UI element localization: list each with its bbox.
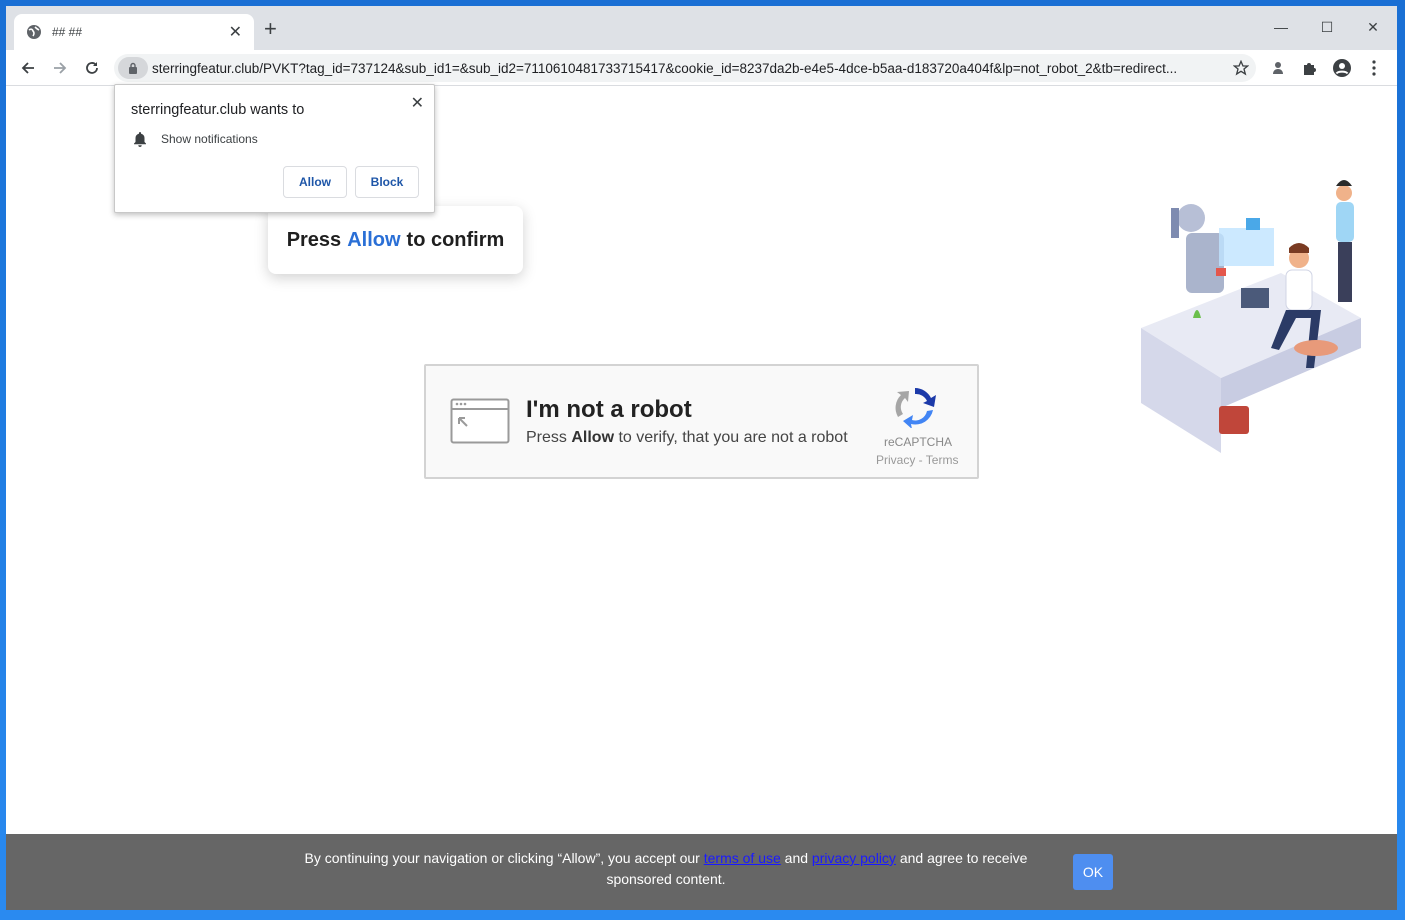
privacy-policy-link[interactable]: privacy policy [812, 850, 896, 866]
cookie-text-before: By continuing your navigation or clickin… [304, 850, 700, 866]
ok-button[interactable]: OK [1073, 854, 1113, 890]
popup-permission-text: Show notifications [161, 132, 258, 146]
extension-icon[interactable] [1266, 56, 1290, 80]
recaptcha-brand: reCAPTCHA [884, 435, 953, 449]
tab-close-icon[interactable]: ✕ [229, 22, 242, 42]
allow-button[interactable]: Allow [283, 166, 347, 198]
back-icon[interactable] [12, 52, 44, 84]
press-prefix: Press [286, 228, 342, 251]
lock-icon[interactable] [118, 57, 148, 79]
popup-title: sterringfeatur.club wants to [131, 102, 305, 118]
globe-icon [27, 25, 41, 39]
press-suffix: to confirm [406, 228, 505, 251]
puzzle-icon[interactable] [1298, 56, 1322, 80]
tab-title: ## ## [52, 25, 83, 39]
browser-tab[interactable]: ## ## ✕ [14, 14, 254, 50]
maximize-icon[interactable]: ☐ [1304, 12, 1350, 42]
tab-strip: ## ## ✕ + — ☐ ✕ [6, 6, 1397, 50]
recaptcha-links[interactable]: Privacy - Terms [876, 453, 962, 467]
captcha-subtitle: Press Allow to verify, that you are not … [526, 429, 848, 447]
captcha-sub-suffix: to verify, that you are not a robot [618, 429, 848, 446]
cookie-consent-bar: By continuing your navigation or clickin… [6, 834, 1397, 910]
address-bar[interactable]: sterringfeatur.club/PVKT?tag_id=737124&s… [114, 54, 1256, 82]
new-tab-icon[interactable]: + [264, 18, 277, 40]
bookmark-star-icon[interactable] [1226, 60, 1256, 76]
captcha-sub-bold: Allow [571, 429, 615, 446]
terms-of-use-link[interactable]: terms of use [704, 850, 781, 866]
browser-toolbar: sterringfeatur.club/PVKT?tag_id=737124&s… [6, 50, 1397, 86]
captcha-title: I'm not a robot [526, 396, 692, 423]
office-illustration [1141, 180, 1361, 453]
press-highlight: Allow [347, 228, 401, 251]
notification-permission-popup: sterringfeatur.club wants to ✕ Show noti… [114, 84, 435, 213]
cookie-and: and [784, 850, 809, 866]
press-allow-box: Press Allow to confirm [268, 206, 523, 274]
reload-icon[interactable] [76, 52, 108, 84]
block-button[interactable]: Block [355, 166, 419, 198]
browser-window-icon [450, 398, 510, 444]
popup-close-icon[interactable]: ✕ [411, 93, 424, 113]
minimize-icon[interactable]: — [1258, 12, 1304, 42]
bell-icon [134, 132, 146, 147]
browser-window: ## ## ✕ + — ☐ ✕ sterringfeatur.club/PVKT… [6, 6, 1397, 910]
close-window-icon[interactable]: ✕ [1350, 12, 1396, 42]
captcha-box[interactable]: I'm not a robot Press Allow to verify, t… [424, 364, 979, 479]
recaptcha-logo-icon [895, 388, 936, 428]
url-text: sterringfeatur.club/PVKT?tag_id=737124&s… [152, 60, 1178, 76]
menu-kebab-icon[interactable] [1362, 56, 1386, 80]
profile-avatar-icon[interactable] [1330, 56, 1354, 80]
captcha-sub-prefix: Press [526, 429, 567, 446]
cookie-text: By continuing your navigation or clickin… [296, 848, 1036, 890]
window-controls: — ☐ ✕ [1258, 12, 1396, 42]
forward-icon[interactable] [44, 52, 76, 84]
